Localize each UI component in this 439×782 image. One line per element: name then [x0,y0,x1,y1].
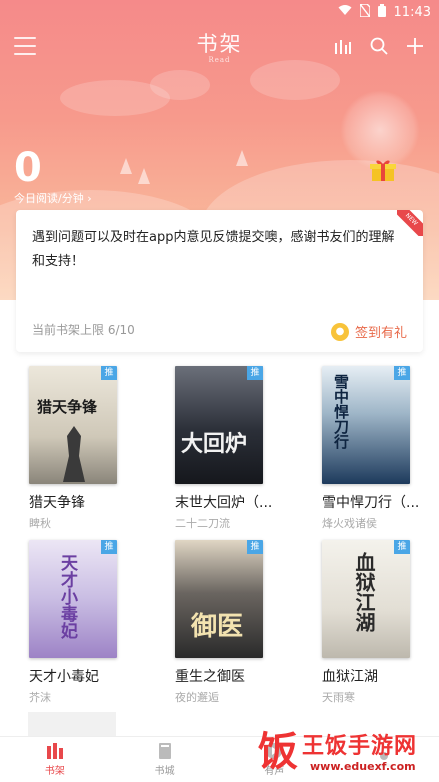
reading-stats[interactable]: 0 今日阅读/分钟 › [14,146,92,206]
add-book-slot[interactable] [28,712,116,736]
book-cover[interactable]: 大回炉 推 [175,366,263,484]
book-item[interactable]: 御医 推 重生之御医 夜的邂逅 [175,540,275,705]
search-icon[interactable] [369,36,389,56]
top-bar: 书架 Read [0,28,439,64]
book-cover[interactable]: 血狱江湖 推 [322,540,410,658]
page-subtitle: Read [208,56,231,64]
notice-card: NEW 遇到问题可以及时在app内意见反馈提交噢，感谢书友们的理解和支持！ 当前… [16,210,423,352]
bottom-nav: 书架 书城 有声 [0,736,439,782]
recommend-tag: 推 [101,366,117,380]
tab-label: 书架 [44,766,65,777]
book-title: 末世大回炉（... [175,495,273,511]
recommend-tag: 推 [247,540,263,554]
book-item[interactable]: 雪中悍刀行 推 雪中悍刀行（... 烽火戏诸侯 [322,366,422,531]
no-sim-icon [358,2,371,21]
book-cover[interactable]: 雪中悍刀行 推 [322,366,410,484]
book-item[interactable]: 天才小毒妃 推 天才小毒妃 芥沫 [29,540,129,705]
notice-message: 遇到问题可以及时在app内意见反馈提交噢，感谢书友们的理解和支持！ [32,230,395,269]
book-title: 猎天争锋 [29,495,85,511]
recommend-tag: 推 [247,366,263,380]
coin-icon: ● [330,322,349,341]
book-cover[interactable]: 御医 推 [175,540,263,658]
book-item[interactable]: 猎天争锋 推 猎天争锋 睥秋 [29,366,129,531]
new-badge: NEW [397,210,423,236]
signin-label: 签到有礼 [354,326,407,341]
recommend-tag: 推 [394,366,410,380]
tab-bookstore[interactable]: 书城 [110,737,220,782]
book-item[interactable]: 大回炉 推 末世大回炉（... 二十二刀流 [175,366,275,531]
bar-chart-icon[interactable] [333,36,353,56]
book-cover[interactable]: 天才小毒妃 推 [29,540,117,658]
book-title: 雪中悍刀行（... [322,495,420,511]
book-cover[interactable]: 猎天争锋 推 [29,366,117,484]
book-author: 睥秋 [29,517,51,530]
tab-bookshelf[interactable]: 书架 [0,737,110,782]
book-author: 烽火戏诸侯 [322,517,377,530]
status-bar: 11:43 [0,0,439,24]
book-icon [158,743,171,759]
tab-audio[interactable]: 有声 [220,737,330,782]
reading-minutes: 0 [14,145,42,191]
list-menu-icon[interactable] [14,37,36,55]
battery-icon [377,3,386,21]
tab-profile[interactable] [329,737,439,782]
bookshelf-icon [46,743,63,759]
tab-label: 有声 [264,766,285,777]
wifi-icon [338,4,352,20]
signin-button[interactable]: ● 签到有礼 [330,322,407,341]
book-title: 重生之御医 [175,669,245,685]
book-item[interactable]: 血狱江湖 推 血狱江湖 天雨寒 [322,540,422,705]
book-author: 二十二刀流 [175,517,230,530]
tab-label: 书城 [154,766,175,777]
book-author: 天雨寒 [322,691,355,704]
recommend-tag: 推 [101,540,117,554]
recommend-tag: 推 [394,540,410,554]
reading-label: 今日阅读/分钟 › [14,192,92,205]
play-icon [266,743,283,759]
book-author: 芥沫 [29,691,51,704]
user-icon [376,751,393,767]
status-time: 11:43 [393,4,431,20]
gift-icon[interactable] [370,158,396,182]
book-title: 血狱江湖 [322,669,378,685]
shelf-limit-text: 当前书架上限 6/10 [32,323,135,337]
plus-icon[interactable] [405,36,425,56]
book-author: 夜的邂逅 [175,691,219,704]
book-title: 天才小毒妃 [29,669,99,685]
